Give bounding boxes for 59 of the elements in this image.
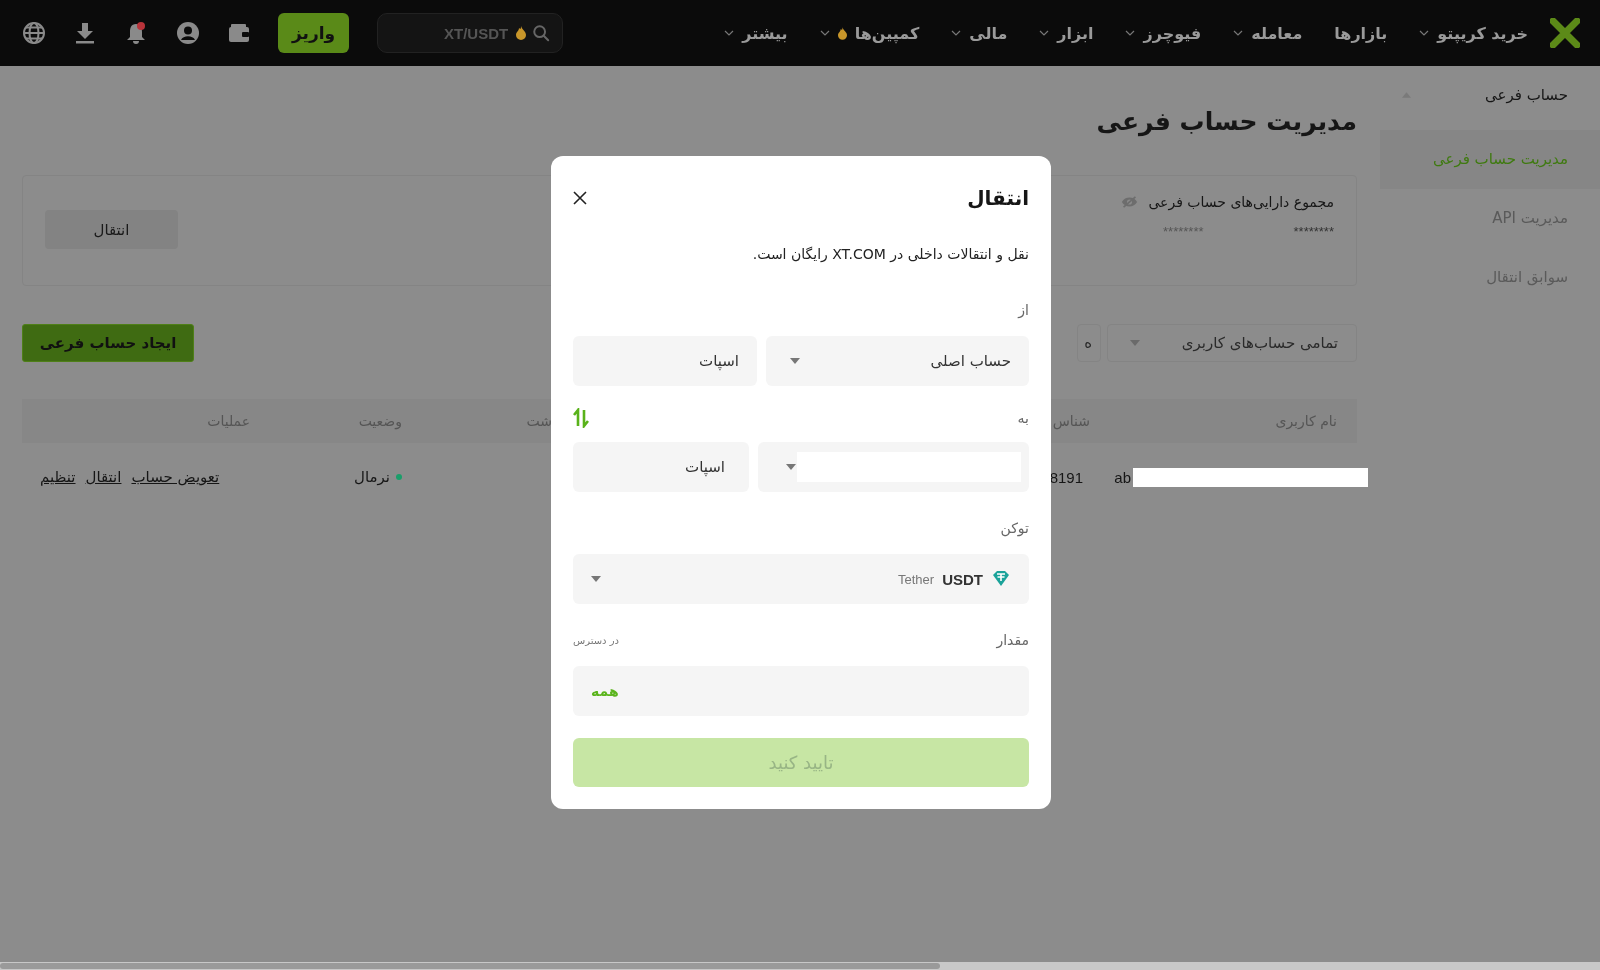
filter-dropdown[interactable]: ه: [1077, 324, 1101, 362]
chevron-down-icon: [951, 30, 962, 36]
wallet-field[interactable]: اسپات: [573, 336, 757, 386]
wallet-icon[interactable]: [228, 23, 250, 43]
filter-dropdown[interactable]: تمامی حساب‌های کاربری: [1107, 324, 1357, 362]
field-label: از: [1016, 302, 1029, 321]
available-balance-label: در دسترس: [573, 634, 620, 646]
chevron-down-icon: [1125, 30, 1136, 36]
caret-down-icon: [1130, 340, 1140, 346]
caret-down-icon: [591, 576, 601, 582]
table-cell: 8191: [1049, 468, 1083, 486]
status-text: نرمال: [354, 468, 390, 486]
nav-menu-item[interactable]: کمپین‌ها: [819, 23, 920, 43]
dialog-title: انتقال: [967, 186, 1029, 210]
chevron-down-icon: [1419, 30, 1430, 36]
chevron-down-icon: [1039, 30, 1050, 36]
caret-down-icon: [786, 464, 796, 470]
create-subaccount-button[interactable]: ایجاد حساب فرعی: [22, 324, 194, 362]
token-symbol: USDT: [942, 570, 983, 588]
sidebar-group-header[interactable]: حساب فرعی: [1380, 80, 1600, 110]
nav-menu-item[interactable]: بازارها: [1334, 23, 1388, 43]
account-select[interactable]: حساب اصلی: [766, 336, 1029, 386]
flame-icon: [516, 26, 527, 40]
deposit-button[interactable]: واریز: [278, 13, 350, 53]
nav-menu-item[interactable]: خرید کریپتو: [1419, 23, 1528, 43]
nav-menu-item[interactable]: مالی: [951, 23, 1008, 43]
action-link[interactable]: انتقال: [85, 468, 122, 486]
masked-balance: ********: [1163, 224, 1204, 239]
action-link[interactable]: تعویض حساب: [131, 468, 220, 486]
nav-menu-item[interactable]: بیشتر: [724, 23, 788, 43]
transfer-button[interactable]: انتقال: [45, 210, 178, 249]
download-icon[interactable]: [74, 22, 96, 44]
masked-balance: ********: [1293, 224, 1334, 239]
token-select[interactable]: Tether USDT: [573, 554, 1029, 604]
page-title: مدیریت حساب فرعی: [1095, 107, 1357, 139]
nav-menu-item[interactable]: فیوچرز: [1125, 23, 1202, 43]
wallet-field[interactable]: اسپات: [573, 442, 749, 492]
globe-icon[interactable]: [22, 21, 46, 45]
chevron-down-icon: [724, 30, 735, 36]
action-link[interactable]: تنظیم: [40, 468, 76, 486]
flame-icon: [837, 26, 847, 40]
dialog-description: نقل و انتقالات داخلی در XT.COM رایگان است.: [751, 246, 1029, 262]
field-label: توکن: [999, 520, 1029, 539]
swap-arrows-icon[interactable]: [573, 408, 589, 428]
chevron-down-icon: [819, 30, 830, 36]
chevron-down-icon: [1233, 30, 1244, 36]
summary-title: مجموع دارایی‌های حساب فرعی: [1148, 194, 1334, 210]
x-logo-icon[interactable]: [1550, 18, 1580, 48]
nav-menu-item[interactable]: ابزار: [1039, 23, 1094, 43]
caret-down-icon: [790, 358, 800, 364]
table-cell: ab: [1114, 468, 1131, 486]
field-label: به: [1017, 410, 1029, 426]
search-icon: [532, 24, 551, 42]
nav-menu-item[interactable]: معامله: [1233, 23, 1303, 43]
user-account-icon[interactable]: [176, 21, 200, 45]
horizontal-scrollbar[interactable]: [0, 962, 1600, 970]
token-name: Tether: [898, 571, 935, 587]
field-label: مقدار: [996, 632, 1029, 648]
close-icon[interactable]: [573, 191, 587, 205]
